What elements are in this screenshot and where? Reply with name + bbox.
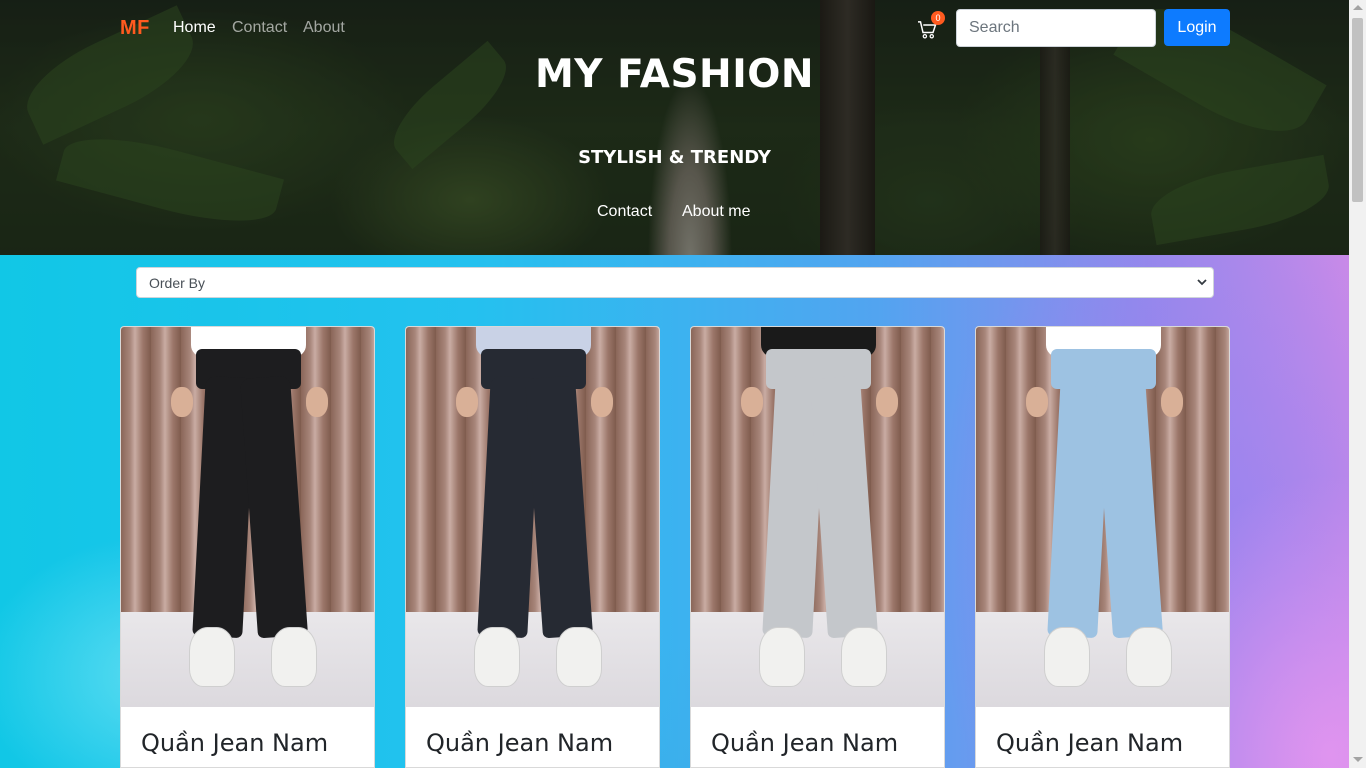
- hero-about-me-link[interactable]: About me: [682, 203, 750, 221]
- cart-count-badge: 0: [931, 11, 945, 25]
- hero-subtitle: STYLISH & TRENDY: [578, 147, 771, 168]
- product-title[interactable]: Quần Jean Nam: [426, 729, 613, 757]
- login-button[interactable]: Login: [1164, 9, 1230, 46]
- product-card[interactable]: Quần Jean Nam: [120, 326, 375, 768]
- nav-home-link[interactable]: Home: [173, 19, 216, 37]
- product-title[interactable]: Quần Jean Nam: [996, 729, 1183, 757]
- search-input[interactable]: [956, 9, 1156, 47]
- nav-contact-link[interactable]: Contact: [232, 19, 287, 37]
- hero-title: MY FASHION: [534, 52, 814, 97]
- product-image[interactable]: [976, 327, 1229, 707]
- scroll-up-arrow-icon[interactable]: [1353, 5, 1363, 10]
- product-title[interactable]: Quần Jean Nam: [141, 729, 328, 757]
- scrollbar-thumb[interactable]: [1352, 18, 1363, 202]
- order-by-select[interactable]: Order By: [136, 267, 1214, 298]
- product-card[interactable]: Quần Jean Nam: [975, 326, 1230, 768]
- product-image[interactable]: [121, 327, 374, 707]
- product-image[interactable]: [406, 327, 659, 707]
- scroll-down-arrow-icon[interactable]: [1353, 757, 1363, 762]
- product-card[interactable]: Quần Jean Nam: [690, 326, 945, 768]
- product-title[interactable]: Quần Jean Nam: [711, 729, 898, 757]
- product-image[interactable]: [691, 327, 944, 707]
- hero-contact-link[interactable]: Contact: [597, 203, 652, 221]
- product-card[interactable]: Quần Jean Nam: [405, 326, 660, 768]
- nav-about-link[interactable]: About: [303, 19, 345, 37]
- top-navbar: MF Home Contact About 0 Login: [0, 0, 1349, 58]
- brand-logo[interactable]: MF: [120, 17, 150, 40]
